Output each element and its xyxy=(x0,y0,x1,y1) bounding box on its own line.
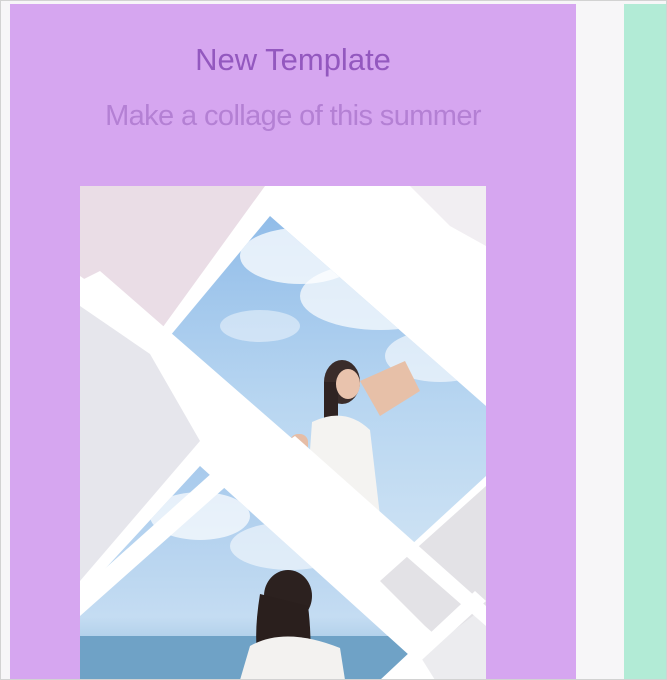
next-template-card[interactable] xyxy=(624,4,667,680)
new-template-card[interactable]: New Template Make a collage of this summ… xyxy=(10,4,576,680)
collage-template-preview[interactable] xyxy=(80,186,486,680)
card-title: New Template xyxy=(195,42,391,77)
card-gap xyxy=(576,4,624,680)
collage-preview-image xyxy=(80,186,486,680)
template-carousel: New Template Make a collage of this summ… xyxy=(0,0,667,680)
card-subtitle: Make a collage of this summer xyxy=(105,100,481,132)
